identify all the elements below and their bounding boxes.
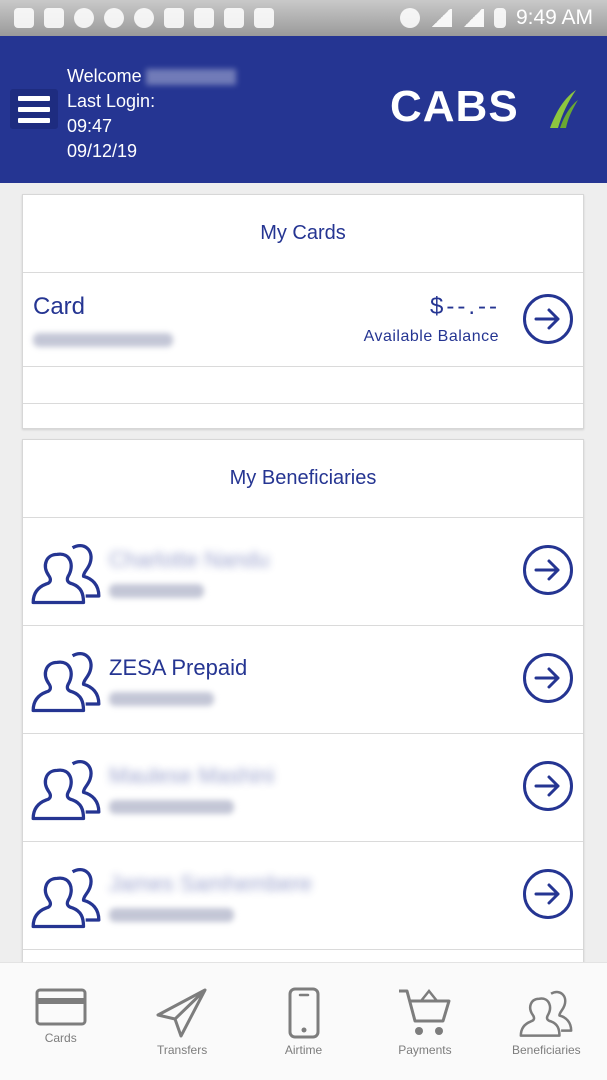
arrow-right-icon	[534, 667, 560, 689]
card-row-empty	[23, 404, 583, 428]
card-open-button[interactable]	[523, 294, 573, 344]
my-beneficiaries-title: My Beneficiaries	[23, 440, 583, 518]
people-icon	[519, 990, 573, 1037]
more-icon	[74, 8, 94, 28]
last-login-label: Last Login:	[67, 91, 156, 111]
beneficiary-open-button[interactable]	[523, 869, 573, 919]
balance-label: Available Balance	[363, 328, 499, 345]
card-number-redacted	[33, 333, 173, 347]
beneficiaries-list: Charlotte Nandu ZESA Prepaid Maulese Mashi…	[23, 518, 583, 978]
last-login-time: 09:47	[67, 116, 113, 136]
menu-button[interactable]	[10, 89, 58, 129]
people-icon	[31, 543, 101, 605]
send-icon	[14, 8, 34, 28]
people-icon	[31, 759, 101, 821]
logo-swoosh-icon	[550, 90, 578, 128]
nav-cards-label: Cards	[44, 1031, 77, 1045]
people-icon	[31, 651, 101, 713]
nav-payments-label: Payments	[398, 1043, 452, 1057]
beneficiary-row[interactable]: Maulese Mashini	[23, 734, 583, 842]
nav-cards[interactable]: Cards	[0, 963, 121, 1080]
beneficiary-name: Maulese Mashini	[109, 763, 275, 788]
nav-beneficiaries[interactable]: Beneficiaries	[486, 963, 607, 1080]
my-cards-title: My Cards	[23, 195, 583, 273]
card-balance: $--.--	[430, 293, 500, 320]
card-row[interactable]: Card $--.-- Available Balance	[23, 273, 583, 367]
my-beneficiaries-panel: My Beneficiaries Charlotte Nandu ZESA Pre…	[22, 439, 584, 979]
nav-airtime-label: Airtime	[284, 1043, 323, 1057]
beneficiary-account-redacted	[109, 908, 234, 922]
beneficiary-open-button[interactable]	[523, 545, 573, 595]
contact-card-icon	[44, 8, 64, 28]
nav-transfers[interactable]: Transfers	[121, 963, 242, 1080]
beneficiary-name: ZESA Prepaid	[109, 655, 248, 680]
beneficiary-account-redacted	[109, 692, 214, 706]
nav-transfers-label: Transfers	[156, 1043, 208, 1057]
phone-icon	[288, 987, 320, 1039]
screen: 9:49 AM Welcome Last Login: 09:47 09/12/…	[0, 0, 607, 1080]
clock: 9:49 AM	[515, 6, 593, 29]
beneficiary-row[interactable]: ZESA Prepaid	[23, 626, 583, 734]
beneficiary-avatar	[31, 538, 101, 612]
beneficiary-avatar	[31, 754, 101, 828]
check-icon	[254, 8, 274, 28]
facebook-icon	[104, 8, 124, 28]
nav-beneficiaries-label: Beneficiaries	[511, 1043, 581, 1057]
menu-icon	[18, 95, 50, 101]
beneficiary-name: James Samhembere	[109, 871, 312, 896]
beneficiary-row[interactable]: Charlotte Nandu	[23, 518, 583, 626]
beneficiary-avatar	[31, 646, 101, 720]
beneficiary-name: Charlotte Nandu	[109, 547, 270, 572]
arrow-right-icon	[534, 883, 560, 905]
last-login-date: 09/12/19	[67, 141, 138, 161]
beneficiary-open-button[interactable]	[523, 653, 573, 703]
card-row-empty	[23, 367, 583, 404]
cabs-logo: CABS	[390, 82, 519, 131]
beneficiary-account-redacted	[109, 800, 234, 814]
beneficiary-row[interactable]: James Samhembere	[23, 842, 583, 950]
beneficiary-open-button[interactable]	[523, 761, 573, 811]
bottom-navigation: Cards Transfers Airtime Payments Benefic…	[0, 962, 607, 1080]
arrow-right-icon	[534, 559, 560, 581]
card-label: Card	[33, 293, 86, 320]
warning-icon	[194, 8, 214, 28]
image-icon	[224, 8, 244, 28]
cart-icon	[398, 988, 451, 1035]
nav-airtime[interactable]: Airtime	[243, 963, 364, 1080]
my-cards-panel: My Cards Card $--.-- Available Balance	[22, 194, 584, 429]
app-header: Welcome Last Login: 09:47 09/12/19 CABS	[0, 36, 607, 183]
arrow-right-icon	[534, 308, 560, 330]
beneficiary-avatar	[31, 862, 101, 936]
status-bar: 9:49 AM	[0, 0, 607, 36]
network-icon	[429, 9, 452, 27]
nav-payments[interactable]: Payments	[364, 963, 485, 1080]
user-name-redacted	[145, 69, 236, 86]
mail-icon	[164, 8, 184, 28]
arrow-right-icon	[534, 775, 560, 797]
welcome-label: Welcome	[67, 66, 142, 86]
paper-plane-icon	[156, 988, 207, 1038]
card-icon	[35, 988, 87, 1026]
people-icon	[31, 867, 101, 929]
welcome-block: Welcome Last Login: 09:47 09/12/19	[67, 64, 236, 164]
beneficiary-account-redacted	[109, 584, 204, 598]
notification-icons	[14, 8, 274, 28]
battery-icon	[493, 8, 506, 28]
signal-icon	[461, 9, 484, 27]
pinterest-icon	[134, 8, 154, 28]
alarm-icon	[399, 8, 420, 28]
